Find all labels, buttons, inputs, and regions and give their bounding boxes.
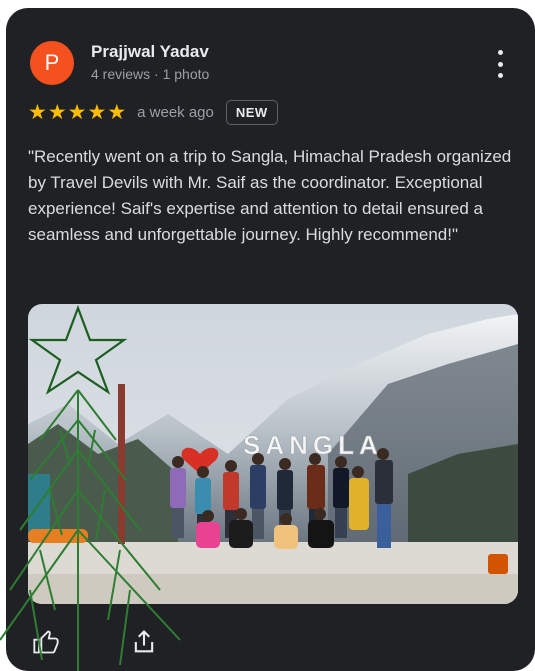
star-icon: ★ (47, 101, 67, 124)
share-icon[interactable] (130, 628, 158, 656)
new-badge: NEW (225, 100, 278, 125)
star-icon: ★ (28, 101, 47, 124)
reviewer-meta: 4 reviews · 1 photo (91, 66, 210, 82)
star-icon: ★ (87, 101, 107, 124)
review-text: "Recently went on a trip to Sangla, Hima… (28, 147, 512, 244)
star-icon: ★ (67, 101, 87, 124)
avatar[interactable]: P (30, 41, 74, 85)
star-rating: ★ ★ ★ ★ ★ (28, 102, 127, 123)
review-time: a week ago (137, 104, 214, 121)
more-vert-icon (497, 50, 503, 55)
rating-row: ★ ★ ★ ★ ★ a week ago NEW (28, 100, 278, 125)
thumbs-up-icon[interactable] (32, 628, 60, 656)
review-card: P Prajjwal Yadav 4 reviews · 1 photo ★ ★… (6, 8, 535, 671)
reviewer-name[interactable]: Prajjwal Yadav (91, 42, 209, 62)
more-options-button[interactable] (491, 50, 509, 78)
star-icon: ★ (107, 101, 127, 124)
review-photo[interactable]: SANGLA (28, 304, 518, 604)
review-actions (32, 628, 158, 656)
photo-scene: SANGLA (28, 304, 518, 604)
